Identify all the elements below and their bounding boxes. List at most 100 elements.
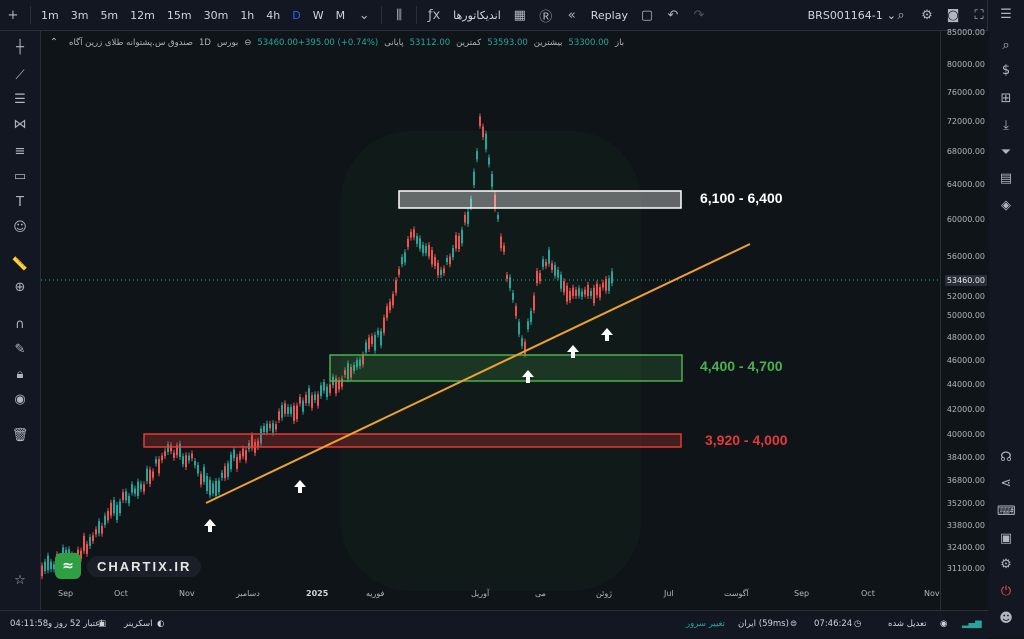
menu-icon[interactable]: ☰ — [997, 6, 1015, 24]
candle-body — [317, 394, 319, 406]
interval-12m[interactable]: 12m — [124, 9, 161, 22]
candle-body — [596, 283, 598, 296]
candle-body — [518, 321, 520, 335]
zone-middle[interactable] — [329, 354, 683, 382]
symbol-name[interactable]: BRS001164-1 — [808, 9, 883, 22]
interval-15m[interactable]: 15m — [161, 9, 198, 22]
candles-icon[interactable]: ⫼ — [390, 8, 408, 23]
interval-w[interactable]: W — [307, 9, 330, 22]
candle-body — [206, 476, 208, 491]
eye-icon[interactable]: ◉ — [940, 619, 947, 629]
chat-icon[interactable]: ▣ — [997, 530, 1015, 548]
download-icon[interactable]: ⤓ — [997, 117, 1015, 135]
keyboard-icon[interactable]: ⌨ — [997, 503, 1016, 521]
r-icon[interactable]: Ⓡ — [537, 6, 555, 25]
layout-icon[interactable]: ▢ — [638, 8, 656, 23]
lock-icon[interactable]: 🔒︎ — [11, 366, 29, 384]
zoom-in-icon[interactable]: ⊕ — [11, 279, 29, 297]
interval-1m[interactable]: 1m — [35, 9, 65, 22]
server-change-button[interactable]: تغییر سرور — [686, 619, 725, 629]
zone-bottom[interactable] — [143, 433, 682, 448]
interval-m[interactable]: M — [330, 9, 352, 22]
candle-body — [479, 116, 481, 126]
adjusted-label[interactable]: تعدیل شده — [888, 619, 926, 629]
candle-body — [224, 466, 226, 479]
interval-30m[interactable]: 30m — [198, 9, 235, 22]
text-icon[interactable]: T — [11, 194, 29, 212]
grid-icon[interactable]: ▦ — [511, 8, 529, 23]
candle-body — [578, 288, 580, 296]
trendline-icon[interactable]: ⟋ — [11, 67, 29, 85]
price-label: 80000.00 — [946, 60, 985, 69]
rectangle-icon[interactable]: ▭ — [11, 168, 29, 186]
server-icon: ⊜ — [790, 619, 798, 629]
fx-icon[interactable]: ƒx — [425, 8, 443, 23]
avatar[interactable]: ☻ — [997, 610, 1015, 628]
indicators-button[interactable]: اندیکاتورها — [447, 9, 507, 22]
price-label: 44000.00 — [946, 380, 985, 389]
chevron-down-icon[interactable]: ⌄ — [355, 8, 373, 23]
ruler-icon[interactable]: 📏 — [11, 256, 29, 274]
time-scale[interactable]: Sep Oct Nov دسامبر 2025 فوریه آوریل می ژ… — [41, 585, 940, 609]
candle-body — [503, 245, 505, 252]
minus-icon[interactable]: ⊖ — [244, 38, 251, 48]
add-symbol-icon[interactable]: + — [4, 8, 22, 23]
up-arrow — [294, 480, 306, 493]
share-icon[interactable]: ⋖ — [997, 475, 1015, 493]
camera-icon[interactable]: ◙ — [944, 8, 962, 23]
candle-body — [143, 484, 145, 492]
replay-button[interactable]: Replay — [585, 9, 634, 22]
candle-body — [320, 385, 322, 396]
interval-3m[interactable]: 3m — [65, 9, 95, 22]
candle-body — [371, 336, 373, 344]
filter-icon[interactable]: ⏷ — [997, 144, 1015, 162]
alert-add-icon[interactable]: ⊞ — [997, 90, 1015, 108]
collapse-icon[interactable]: ⌃ — [45, 37, 63, 48]
zone-top[interactable] — [398, 190, 682, 209]
interval-5m[interactable]: 5m — [94, 9, 124, 22]
settings-icon[interactable]: ⚙ — [997, 556, 1015, 574]
magnet-icon[interactable]: ∩ — [11, 316, 29, 334]
eye-icon[interactable]: ◉ — [11, 391, 29, 409]
horizontal-lines-icon[interactable]: ☰ — [11, 91, 29, 109]
candle-body — [263, 426, 265, 432]
interval-d[interactable]: D — [286, 9, 306, 22]
dollar-icon[interactable]: $ — [997, 62, 1015, 80]
redo-icon[interactable]: ↷ — [690, 8, 708, 23]
crosshair-icon[interactable]: ┼ — [11, 39, 29, 57]
search-icon[interactable]: ⌕ — [997, 37, 1015, 55]
interval-4h[interactable]: 4h — [260, 9, 286, 22]
power-icon[interactable]: ⏻ — [997, 583, 1015, 601]
pattern-icon[interactable]: ⋈ — [11, 116, 29, 134]
symbol-selector[interactable]: BRS001164-1 ⌄ — [808, 0, 896, 30]
calendar-icon[interactable]: ▤ — [997, 170, 1015, 188]
candle-body — [554, 265, 556, 276]
rewind-icon[interactable]: « — [563, 8, 581, 23]
headset-icon[interactable]: ☊ — [997, 449, 1015, 467]
calendar-icon[interactable]: ▣ — [98, 619, 106, 629]
chart-area[interactable] — [41, 31, 940, 610]
trash-icon[interactable]: 🗑︎ — [11, 427, 29, 445]
fullscreen-icon[interactable]: ⛶ — [970, 8, 988, 23]
price-label: 36800.00 — [946, 476, 985, 485]
fib-icon[interactable]: ≡ — [11, 143, 29, 161]
price-scale[interactable]: 85000.00 80000.00 76000.00 72000.00 6800… — [940, 28, 989, 610]
pencil-lock-icon[interactable]: ✎ — [11, 341, 29, 359]
time-label: می — [535, 589, 546, 598]
candle-body — [446, 258, 448, 263]
undo-icon[interactable]: ↶ — [664, 8, 682, 23]
star-icon[interactable]: ☆ — [11, 572, 29, 590]
interval-1h[interactable]: 1h — [234, 9, 260, 22]
candle-body — [392, 294, 394, 306]
price-label: 85000.00 — [946, 28, 985, 37]
candle-body — [128, 496, 130, 504]
gear-icon[interactable]: ⚙ — [918, 8, 936, 23]
candle-body — [443, 268, 445, 274]
candle-body — [314, 394, 316, 401]
search-icon[interactable]: ⌕ — [892, 8, 910, 23]
emoji-icon[interactable]: ☺ — [11, 219, 29, 237]
status-time: 04:11:58 — [10, 619, 49, 629]
screener-button[interactable]: اسکرینر — [124, 619, 153, 629]
candle-body — [158, 459, 160, 474]
layers-icon[interactable]: ◈ — [997, 197, 1015, 215]
